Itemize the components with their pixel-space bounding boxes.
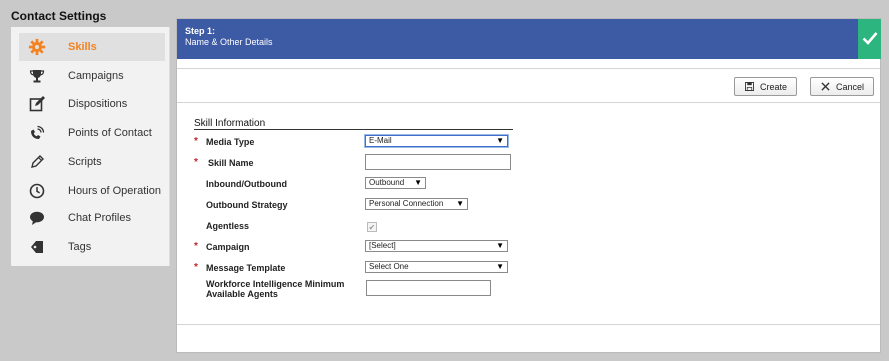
outbound-strategy-label: Outbound Strategy [206, 200, 288, 210]
skill-name-label: Skill Name [208, 158, 254, 168]
inbound-outbound-value: Outbound [369, 178, 405, 187]
checkmark-icon: ✔ [368, 222, 376, 232]
wfi-min-agents-label-line1: Workforce Intelligence Minimum [206, 279, 345, 289]
sidebar-item-label: Skills [68, 41, 97, 53]
trophy-icon [27, 66, 47, 86]
sidebar-item-label: Points of Contact [68, 127, 152, 139]
sidebar-item-label: Chat Profiles [68, 212, 131, 224]
campaign-select[interactable]: [Select] ▼ [365, 240, 508, 252]
campaign-value: [Select] [369, 241, 396, 250]
wfi-min-agents-label-line2: Available Agents [206, 289, 278, 299]
skill-name-input[interactable] [365, 154, 511, 170]
step-subtitle: Name & Other Details [185, 37, 273, 47]
required-marker: * [194, 157, 198, 168]
close-icon [820, 82, 830, 92]
media-type-label: Media Type [206, 137, 255, 147]
step-header: Step 1: Name & Other Details [177, 19, 858, 59]
divider [177, 324, 880, 325]
dropdown-arrow-icon: ▼ [496, 241, 504, 250]
sidebar-item-scripts[interactable]: Scripts [19, 148, 165, 176]
clock-icon [27, 181, 47, 201]
campaign-label: Campaign [206, 242, 250, 252]
outbound-strategy-select[interactable]: Personal Connection ▼ [365, 198, 468, 210]
main-panel: Step 1: Name & Other Details Create Canc… [176, 18, 881, 353]
pencil-icon [27, 152, 47, 172]
message-template-select[interactable]: Select One ▼ [365, 261, 508, 273]
message-template-value: Select One [369, 262, 409, 271]
sidebar-item-dispositions[interactable]: Dispositions [19, 90, 165, 118]
sidebar: Contact Settings Skills Campaigns Dispos… [0, 0, 170, 361]
inbound-outbound-label: Inbound/Outbound [206, 179, 287, 189]
outbound-strategy-value: Personal Connection [369, 199, 444, 208]
required-marker: * [194, 241, 198, 252]
sidebar-item-tags[interactable]: Tags [19, 233, 165, 261]
gear-icon [27, 37, 47, 57]
wfi-min-agents-input[interactable] [366, 280, 491, 296]
checkmark-icon [862, 31, 878, 48]
sidebar-item-hours-of-operation[interactable]: Hours of Operation [19, 177, 165, 205]
edit-icon [27, 94, 47, 114]
required-marker: * [194, 262, 198, 273]
divider [177, 68, 880, 69]
dropdown-arrow-icon: ▼ [496, 136, 504, 145]
phone-wifi-icon [27, 123, 47, 143]
save-icon [744, 82, 754, 92]
sidebar-item-label: Dispositions [68, 98, 128, 110]
dropdown-arrow-icon: ▼ [456, 199, 464, 208]
section-underline [194, 129, 513, 130]
tag-icon [27, 237, 47, 257]
divider [177, 102, 880, 103]
cancel-button[interactable]: Cancel [810, 77, 874, 96]
agentless-label: Agentless [206, 221, 250, 231]
sidebar-item-chat-profiles[interactable]: Chat Profiles [19, 204, 165, 232]
sidebar-item-label: Campaigns [68, 70, 124, 82]
chat-bubble-icon [27, 208, 47, 228]
agentless-checkbox[interactable]: ✔ [367, 222, 377, 232]
required-marker: * [194, 136, 198, 147]
sidebar-item-label: Tags [68, 241, 92, 253]
sidebar-item-skills[interactable]: Skills [19, 33, 165, 61]
dropdown-arrow-icon: ▼ [496, 262, 504, 271]
cancel-button-label: Cancel [836, 81, 865, 92]
step-title: Step 1: [185, 26, 216, 36]
create-button[interactable]: Create [734, 77, 797, 96]
message-template-label: Message Template [206, 263, 286, 273]
section-title: Skill Information [194, 118, 266, 129]
sidebar-item-label: Scripts [68, 156, 102, 168]
sidebar-title: Contact Settings [11, 9, 107, 23]
media-type-value: E-Mail [369, 136, 392, 145]
sidebar-nav: Skills Campaigns Dispositions Points of … [11, 27, 170, 266]
sidebar-item-points-of-contact[interactable]: Points of Contact [19, 119, 165, 147]
step-complete-indicator [858, 19, 881, 59]
sidebar-item-campaigns[interactable]: Campaigns [19, 62, 165, 90]
media-type-select[interactable]: E-Mail ▼ [365, 135, 508, 147]
inbound-outbound-select[interactable]: Outbound ▼ [365, 177, 426, 189]
dropdown-arrow-icon: ▼ [414, 178, 422, 187]
create-button-label: Create [760, 81, 788, 92]
sidebar-item-label: Hours of Operation [68, 185, 161, 197]
